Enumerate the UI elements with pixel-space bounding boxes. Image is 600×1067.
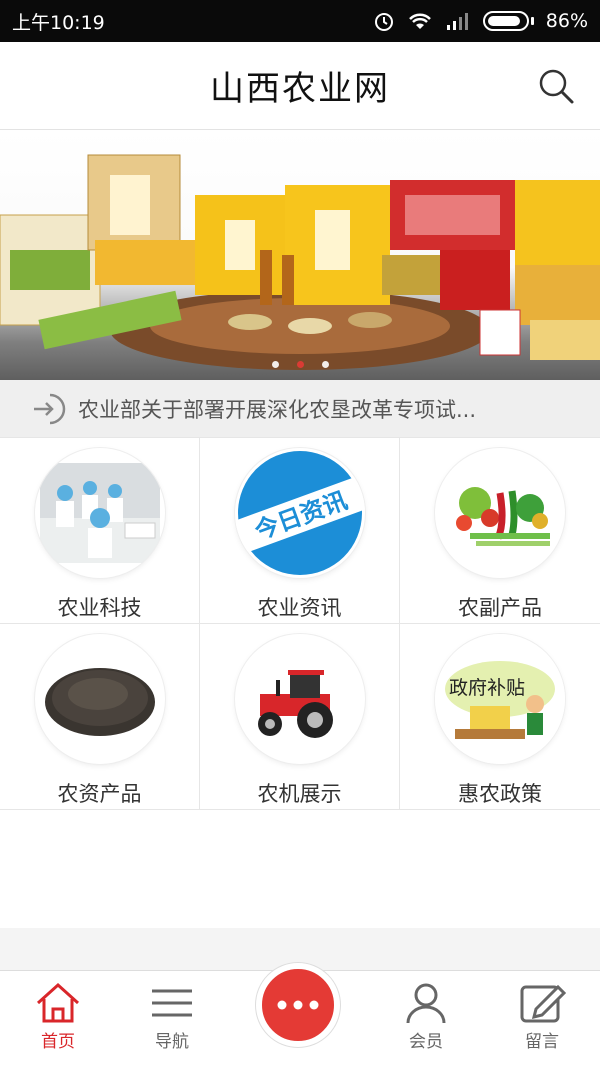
carousel-dot[interactable] — [296, 361, 304, 368]
nav-home[interactable]: 首页 — [8, 981, 108, 1052]
menu-icon — [152, 989, 192, 1017]
page-title: 山西农业网 — [210, 69, 390, 109]
nav-member[interactable]: 会员 — [376, 981, 476, 1052]
seeds-image — [34, 634, 165, 764]
banner-carousel[interactable] — [0, 130, 600, 380]
home-icon — [36, 982, 80, 1023]
battery-icon — [482, 11, 529, 31]
lab-workers-image — [34, 448, 165, 578]
search-icon[interactable] — [536, 66, 576, 106]
status-bar: 上午10:19 86% — [0, 0, 600, 42]
more-button[interactable] — [256, 963, 340, 1047]
today-news-badge: 今日资讯 — [234, 448, 365, 578]
category-label: 农副产品 — [458, 596, 542, 620]
more-dots-icon — [277, 1000, 319, 1010]
nav-message-label: 留言 — [525, 1032, 559, 1052]
policy-badge-text: 政府补贴 — [449, 677, 525, 699]
nav-menu[interactable]: 导航 — [122, 981, 222, 1052]
category-agri-news[interactable]: 今日资讯 农业资讯 — [200, 438, 400, 624]
wifi-icon — [408, 13, 431, 29]
category-label: 农机展示 — [257, 782, 342, 806]
signal-icon — [446, 13, 468, 30]
category-label: 农资产品 — [57, 782, 142, 806]
alarm-icon — [374, 13, 393, 31]
category-policy[interactable]: 政府补贴 惠农政策 — [400, 624, 600, 810]
edit-icon — [520, 984, 566, 1023]
bottom-navigation: 首页 导航 会员 留言 — [0, 963, 600, 1067]
category-byproducts[interactable]: 农副产品 — [400, 438, 600, 624]
login-arrow-icon — [34, 393, 66, 424]
user-icon — [406, 983, 446, 1024]
banner-image — [0, 154, 600, 370]
category-grid: 农业科技 今日资讯 农业资讯 农副产品 农资产品 农机展示 政府补贴 惠农政策 — [0, 438, 600, 810]
category-agri-supplies[interactable]: 农资产品 — [0, 624, 200, 810]
vegetables-image — [435, 448, 565, 578]
news-ticker[interactable]: 农业部关于部署开展深化农垦改革专项试... — [0, 380, 600, 438]
app-header: 山西农业网 — [0, 42, 600, 130]
status-time: 上午10:19 — [12, 11, 105, 34]
nav-menu-label: 导航 — [155, 1032, 189, 1052]
battery-tip — [530, 17, 534, 25]
category-label: 农业资讯 — [257, 596, 342, 620]
carousel-dot[interactable] — [321, 361, 329, 368]
nav-member-label: 会员 — [409, 1032, 443, 1052]
category-agri-tech[interactable]: 农业科技 — [0, 438, 200, 624]
government-subsidy-image: 政府补贴 — [435, 634, 565, 764]
category-label: 惠农政策 — [458, 782, 542, 806]
nav-home-label: 首页 — [41, 1032, 75, 1052]
tractor-image — [234, 634, 365, 764]
category-label: 农业科技 — [57, 596, 142, 620]
battery-percent: 86% — [545, 10, 588, 32]
carousel-dots[interactable] — [0, 361, 600, 368]
content-blank-area — [0, 810, 600, 928]
status-icons: 86% — [373, 10, 588, 32]
category-machinery[interactable]: 农机展示 — [200, 624, 400, 810]
news-ticker-text: 农业部关于部署开展深化农垦改革专项试... — [78, 397, 477, 422]
nav-message[interactable]: 留言 — [492, 981, 592, 1052]
carousel-dot[interactable] — [271, 361, 279, 368]
